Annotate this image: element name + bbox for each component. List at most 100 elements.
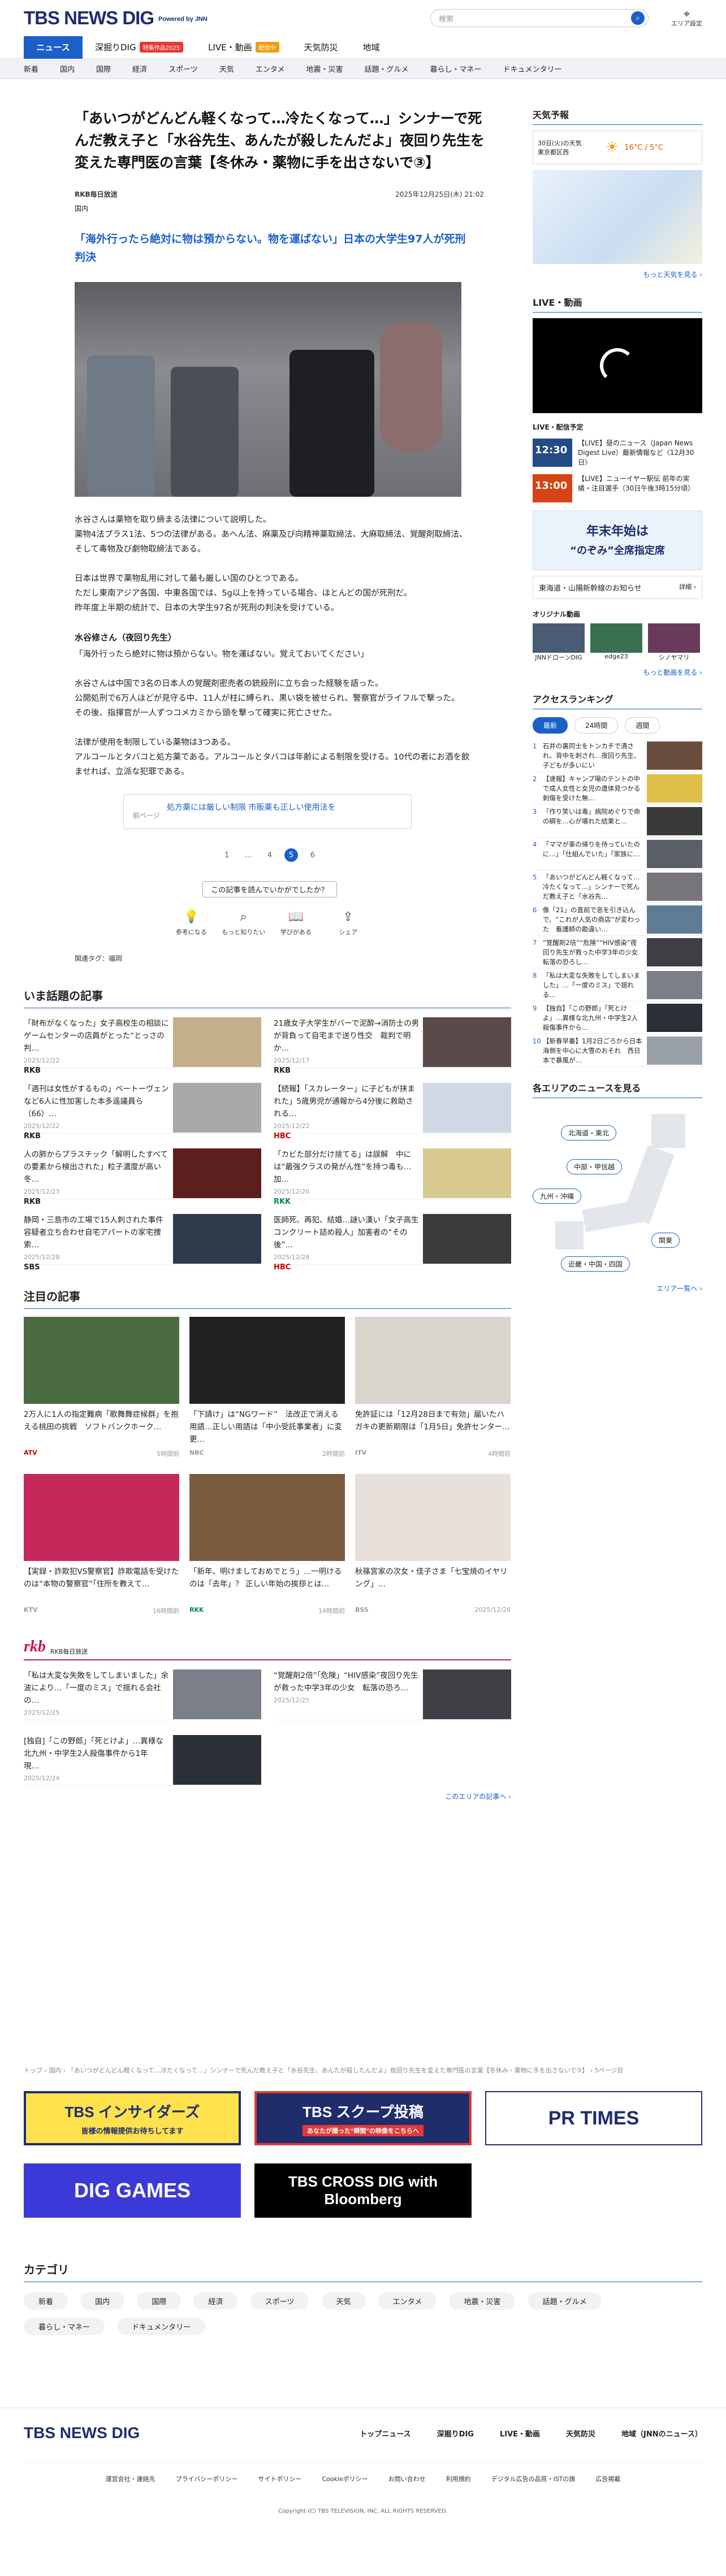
gnav-news[interactable]: ニュース (24, 36, 83, 59)
prev-page-title[interactable]: 処方薬には厳しい制限 市販薬も正しい使用法を (167, 801, 335, 822)
ranking-item[interactable]: 7 “覚醒剤2倍”“危険”“HIV感染”夜回り先生が救った中学3年の少女 転落の恐… (533, 938, 702, 969)
ranking-item[interactable]: 5 「あいつがどんどん軽くなって…冷たくなって…」シンナーで死んだ教え子と「水谷先… (533, 873, 702, 903)
category-chip[interactable]: ドキュメンタリー (117, 2318, 206, 2335)
category-chip[interactable]: 新着 (24, 2292, 68, 2310)
subnav-item[interactable]: スポーツ (168, 63, 198, 74)
featured-card[interactable]: 秋篠宮家の次女・佳子さま「七宝焼のイヤリング」… BSS 2025/12/28 (355, 1474, 511, 1615)
ranking-tab-24h[interactable]: 24時間 (574, 717, 619, 734)
subnav-item[interactable]: 暮らし・マネー (430, 63, 481, 74)
footer-nav-item[interactable]: 地域（JNNのニュース） (621, 2428, 702, 2439)
live-item[interactable]: 13:00 【LIVE】ニューイヤー駅伝 前年の実績・注目選手（30日午後3時15… (533, 474, 702, 502)
featured-card[interactable]: 2万人に1人の指定難病「歌舞舞症候群」を抱える桃田の挑戦 ソフトバンクホーク… A… (24, 1317, 179, 1458)
reaction-more-button[interactable]: ⌕ もっと知りたい (221, 910, 266, 936)
footer-link[interactable]: 広告掲載 (595, 2474, 620, 2483)
area-kyushu[interactable]: 九州・沖縄 (533, 1189, 582, 1204)
category-chip[interactable]: 国内 (80, 2292, 125, 2310)
article-category[interactable]: 国内 (75, 203, 511, 213)
category-chip[interactable]: 地震・災害 (449, 2292, 516, 2310)
weather-map[interactable] (533, 170, 702, 264)
subnav-item[interactable]: 国内 (60, 63, 75, 74)
area-hokkaido-tohoku[interactable]: 北海道・東北 (561, 1125, 617, 1140)
gnav-area[interactable]: 地域 (351, 36, 392, 59)
footer-link[interactable]: デジタル広告の品質・ISTの旗 (491, 2474, 576, 2483)
prtimes-banner[interactable]: PR TIMES (485, 2091, 702, 2145)
trending-item[interactable]: 人の肺からプラスチック「解明したすべての要素から検出された」粒子濃度が高い冬… 2… (24, 1148, 261, 1206)
trending-item[interactable]: 21歳女子大学生がバーで泥酔→消防士の男が背負って自宅まで送り性交 裁判で明か…… (274, 1017, 511, 1075)
page-link[interactable]: 1 (216, 851, 237, 860)
category-chip[interactable]: 経済 (193, 2292, 238, 2310)
ranking-item[interactable]: 9 【独自】「この野郎」「死とけよ」…異様な北九州・中学生2人殺傷事件から… (533, 1004, 702, 1034)
trending-item[interactable]: 「週刊は女性がするもの」ベートーヴェンなど6人に性加害した本多遥議員ら（66）…… (24, 1083, 261, 1140)
gnav-weather[interactable]: 天気防災 (292, 36, 351, 59)
category-chip[interactable]: 国際 (137, 2292, 182, 2310)
ranking-tab-weekly[interactable]: 週間 (625, 717, 660, 734)
subnav-item[interactable]: 地震・災害 (306, 63, 343, 74)
dig-games-banner[interactable]: DIG GAMES (24, 2163, 241, 2218)
tag-link[interactable]: 福岡 (109, 955, 122, 962)
rkb-logo[interactable]: rkb (24, 1638, 46, 1656)
featured-card[interactable]: 「下請け」は“NGワード” 法改正で消える用語…正しい用語は「中小受託事業者」に… (189, 1317, 345, 1458)
cross-dig-banner[interactable]: TBS CROSS DIG with Bloomberg (254, 2163, 472, 2218)
search-input[interactable]: 検索 ⌕ (430, 9, 649, 27)
live-item[interactable]: 12:30 【LIVE】昼のニュース（Japan News Digest Live… (533, 439, 702, 467)
reaction-learn-button[interactable]: 📖 学びがある (273, 910, 318, 936)
reaction-helpful-button[interactable]: 💡 参考になる (168, 910, 214, 936)
footer-link[interactable]: 運営会社・連絡先 (106, 2474, 155, 2483)
featured-card[interactable]: 免許証には「12月28日まで有効」届いたハガキの更新期限は「1月5日」免許センタ… (355, 1317, 511, 1458)
site-logo[interactable]: TBS NEWS DIG Powered by JNN (24, 7, 208, 29)
trending-item[interactable]: 「カビた部分だけ捨てる」は誤解 中には“最強クラスの発がん性”を持つ毒も…加… 2… (274, 1148, 511, 1206)
insiders-banner[interactable]: TBS インサイダーズ 皆様の情報提供お待ちしてます (24, 2091, 241, 2145)
footer-nav-item[interactable]: トップニュース (360, 2428, 410, 2439)
article-source[interactable]: RKB毎日放送 (75, 189, 118, 199)
jr-notice[interactable]: 東海道・山陽新幹線のお知らせ 詳細 › (533, 576, 702, 599)
trending-item[interactable]: 【続報】「スカレーター」に子どもが挟まれた」5歳男児が通報から4分後に救助される… (274, 1083, 511, 1140)
page-link[interactable]: 6 (302, 851, 323, 860)
footer-link[interactable]: Cookieポリシー (322, 2474, 368, 2483)
featured-card[interactable]: 「新年、明けましておめでとう」…一明けるのは「去年」？ 正しい年始の挨拶とは… R… (189, 1474, 345, 1615)
ranking-item[interactable]: 8 「私は大変な失敗をしてしまいました」…「一度のミス」で揺れる… (533, 971, 702, 1001)
rkb-item[interactable]: “覚醒剤2倍”「危険」“HIV感染”夜回り先生が救った中学3年の少女 転落の恐ろ… (274, 1669, 511, 1720)
footer-nav-item[interactable]: LIVE・動画 (500, 2428, 540, 2439)
gnav-dig[interactable]: 深掘りDIG 特集作品2025 (83, 36, 196, 59)
original-video[interactable]: edge23 (590, 623, 642, 662)
trending-item[interactable]: 「財布がなくなった」女子高校生の相談にゲームセンターの店員がとった“とっさの判…… (24, 1017, 261, 1075)
footer-nav-item[interactable]: 天気防災 (566, 2428, 595, 2439)
share-button[interactable]: ⇪ シェア (326, 910, 371, 936)
breadcrumb[interactable]: トップ › 国内 › 「あいつがどんどん軽くなって…冷たくなって…」シンナーで死… (24, 2066, 702, 2075)
category-chip[interactable]: 話題・グルメ (528, 2292, 602, 2310)
rkb-item[interactable]: [独自]「この野郎」「死とけよ」…異様な北九州・中学生2人殺傷事件から1年 現…… (24, 1735, 261, 1786)
ranking-item[interactable]: 4 「ママが車の帰りを待っていたのに…」「仕組んでいた」「家族に… (533, 840, 702, 870)
area-chubu[interactable]: 中部・甲信越 (567, 1159, 623, 1174)
area-more-link[interactable]: エリア一覧へ › (533, 1283, 702, 1293)
weather-more-link[interactable]: もっと天気を見る › (533, 270, 702, 279)
footer-nav-item[interactable]: 深掘りDIG (437, 2428, 474, 2439)
rkb-item[interactable]: 「私は大変な失敗をしてしまいました」余波により…「一度のミス」で揺れる会社の… 2… (24, 1669, 261, 1720)
footer-link[interactable]: 利用規約 (446, 2474, 471, 2483)
area-kanto[interactable]: 関東 (651, 1233, 680, 1248)
rkb-more-link[interactable]: このエリアの記事へ › (24, 1792, 511, 1801)
subnav-item[interactable]: ドキュメンタリー (503, 63, 562, 74)
gnav-live[interactable]: LIVE・動画 配信中 (196, 36, 292, 59)
ranking-item[interactable]: 10 【新春早番】1月2日ごろから日本海側を中心に大雪のおそれ 西日本で暴風が… (533, 1037, 702, 1067)
search-icon[interactable]: ⌕ (631, 11, 645, 25)
page-link[interactable]: 4 (259, 851, 280, 860)
category-chip[interactable]: 天気 (321, 2292, 366, 2310)
ranking-item[interactable]: 1 石井の裏同士をトンカチで潰され、背中を刺され…夜回り先生、子どもが多いにい (533, 741, 702, 772)
trending-item[interactable]: 医師死、再犯、結婚…謎い漢い「女子高生コンクリート詰め殺人」加害者の“その後”…… (274, 1214, 511, 1272)
area-setting-button[interactable]: ⌖ エリア設定 (671, 8, 702, 28)
category-chip[interactable]: 暮らし・マネー (24, 2318, 105, 2335)
footer-link[interactable]: お問い合わせ (388, 2474, 426, 2483)
original-video[interactable]: JNNドローンDIG (533, 623, 585, 662)
subnav-item[interactable]: 新着 (24, 63, 38, 74)
original-video[interactable]: シノヤマリ (648, 623, 700, 662)
category-chip[interactable]: エンタメ (378, 2292, 437, 2310)
ranking-item[interactable]: 2 【速報】キャンプ場のテントの中で成人女性と女児の遺体見つかる 刺傷を受けた無… (533, 774, 702, 805)
featured-card[interactable]: 【実録・詐欺犯VS警察官】詐欺電話を受けたのは“本物の警察官”「住所を教えて… K… (24, 1474, 179, 1615)
footer-link[interactable]: サイトポリシー (258, 2474, 301, 2483)
jr-ad-banner[interactable]: 年末年始は “のぞみ”全席指定席 (533, 510, 702, 570)
subnav-item[interactable]: 経済 (132, 63, 147, 74)
subnav-item[interactable]: 国際 (96, 63, 111, 74)
trending-item[interactable]: 静岡・三島市の工場で15人刺された事件 容疑者立ち合わせ自宅アパートの家宅捜索…… (24, 1214, 261, 1272)
subnav-item[interactable]: エンタメ (256, 63, 285, 74)
area-kinki[interactable]: 近畿・中国・四国 (561, 1256, 630, 1272)
